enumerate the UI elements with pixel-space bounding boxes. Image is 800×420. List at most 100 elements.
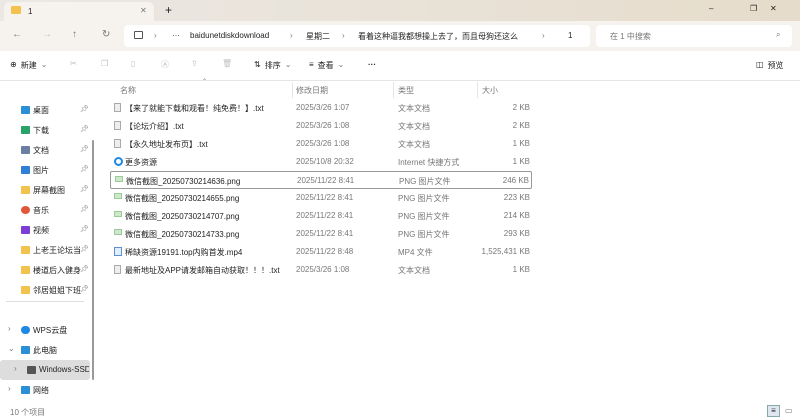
sort-button[interactable]: ⇅ 排序 ⌄ (254, 60, 291, 71)
pin-icon[interactable]: 📌︎ (80, 185, 89, 193)
chevron-icon[interactable]: › (14, 364, 17, 373)
file-date: 2025/3/26 1:07 (296, 103, 350, 112)
breadcrumb-0[interactable]: baidunetdiskdownload (190, 31, 269, 40)
sidebar-item[interactable]: 屏幕截图 📌︎ (0, 180, 90, 200)
new-button[interactable]: ⊕ 新建 ⌄ (10, 60, 47, 71)
sidebar-tree-item[interactable]: › 网络 (0, 380, 90, 400)
folder-icon (21, 266, 30, 274)
file-row[interactable]: 微信截图_20250730214733.png 2025/11/22 8:41 … (110, 225, 532, 243)
file-type: 文本文档 (398, 140, 430, 149)
sidebar-item[interactable]: 邻居姐姐下班 📌︎ (0, 280, 90, 300)
forward-icon[interactable]: → (42, 29, 52, 40)
file-name: 更多资源 (125, 158, 157, 167)
sidebar-item[interactable]: 文档 📌︎ (0, 140, 90, 160)
file-date: 2025/10/8 20:32 (296, 157, 354, 166)
column-date[interactable]: 修改日期 (296, 85, 328, 96)
sidebar-item[interactable]: 音乐 📌︎ (0, 200, 90, 220)
file-row[interactable]: 微信截图_20250730214707.png 2025/11/22 8:41 … (110, 207, 532, 225)
breadcrumb-1[interactable]: 星期二 (306, 31, 330, 42)
cut-icon[interactable]: ✂ (70, 59, 77, 68)
copy-icon[interactable]: ❐ (101, 59, 108, 68)
file-name: 微信截图_20250730214707.png (125, 212, 240, 221)
pin-icon[interactable]: 📌︎ (80, 125, 89, 133)
file-size: 246 KB (502, 176, 529, 185)
file-type: MP4 文件 (398, 248, 433, 257)
sidebar-item[interactable]: 下载 📌︎ (0, 120, 90, 140)
share-icon[interactable]: ⇪ (191, 59, 198, 68)
sidebar-item[interactable]: 楼道后入健身 📌︎ (0, 260, 90, 280)
sidebar-scrollbar[interactable] (92, 140, 94, 380)
image-file-icon (114, 211, 122, 217)
file-row[interactable]: 微信截图_20250730214636.png 2025/11/22 8:41 … (110, 171, 532, 189)
search-input[interactable]: 在 1 中搜索 (610, 31, 651, 42)
pin-icon[interactable]: 📌︎ (80, 165, 89, 173)
file-name: 微信截图_20250730214655.png (125, 194, 240, 203)
chevron-icon[interactable]: › (8, 384, 11, 393)
file-size: 2 KB (512, 103, 530, 112)
search-box[interactable]: 在 1 中搜索 ⌕ (596, 25, 792, 47)
restore-button[interactable]: ❐ (750, 4, 757, 13)
paste-icon[interactable]: ▯ (131, 59, 135, 68)
delete-icon[interactable]: 🗑 (222, 59, 232, 68)
pin-icon[interactable]: 📌︎ (80, 145, 89, 153)
pin-icon[interactable]: 📌︎ (80, 245, 89, 253)
details-view-button[interactable]: ≡ (767, 405, 780, 417)
new-tab-button[interactable]: + (165, 3, 172, 17)
sidebar-tree-item[interactable]: › WPS云盘 (0, 320, 90, 340)
column-name[interactable]: 名称 (120, 85, 136, 96)
desktop-icon (21, 106, 30, 114)
tab-active[interactable]: 1 ✕ (4, 2, 154, 21)
sidebar-tree-item[interactable]: ⌄ 此电脑 (0, 340, 90, 360)
file-row[interactable]: 【来了就能下载和观看！纯免费！】.txt 2025/3/26 1:07 文本文档… (110, 99, 532, 117)
view-button[interactable]: ≡ 查看 ⌄ (309, 60, 344, 71)
file-type: 文本文档 (398, 122, 430, 131)
pin-icon[interactable]: 📌︎ (80, 265, 89, 273)
up-icon[interactable]: ↑ (72, 29, 77, 40)
sidebar-item[interactable]: 图片 📌︎ (0, 160, 90, 180)
file-row[interactable]: 微信截图_20250730214655.png 2025/11/22 8:41 … (110, 189, 532, 207)
file-type: PNG 图片文件 (399, 177, 451, 186)
file-row[interactable]: 稀缺资源19191.top内购首发.mp4 2025/11/22 8:48 MP… (110, 243, 532, 261)
pin-icon[interactable]: 📌︎ (80, 285, 89, 293)
pin-icon[interactable]: 📌︎ (80, 225, 89, 233)
chevron-icon[interactable]: ⌄ (8, 344, 15, 353)
breadcrumb-ellipsis[interactable]: ··· (172, 31, 180, 40)
breadcrumb-2[interactable]: 看着这种逼我都想操上去了，而且母狗还这么骚 (358, 31, 518, 42)
tab-bar: 1 ✕ + – ❐ ✕ (0, 0, 800, 21)
sidebar-label: Windows-SSD (39, 365, 89, 374)
column-type[interactable]: 类型 (398, 85, 414, 96)
file-row[interactable]: 最新地址及APP请发邮箱自动获取！！！.txt 2025/3/26 1:08 文… (110, 261, 532, 279)
back-icon[interactable]: ← (12, 29, 22, 40)
column-size[interactable]: 大小 (482, 85, 498, 96)
close-button[interactable]: ✕ (770, 4, 777, 13)
pin-icon[interactable]: 📌︎ (80, 205, 89, 213)
refresh-icon[interactable]: ↻ (102, 29, 110, 40)
tiles-view-button[interactable]: ▭ (785, 406, 793, 415)
file-date: 2025/3/26 1:08 (296, 265, 350, 274)
file-row[interactable]: 【论坛介绍】.txt 2025/3/26 1:08 文本文档 2 KB (110, 117, 532, 135)
sidebar-label: 文档 (33, 146, 49, 155)
minimize-button[interactable]: – (709, 4, 713, 13)
sidebar-item[interactable]: 桌面 📌︎ (0, 100, 90, 120)
rename-icon[interactable]: Ⓐ (161, 59, 169, 70)
file-name: 稀缺资源19191.top内购首发.mp4 (125, 248, 243, 257)
file-row[interactable]: 更多资源 2025/10/8 20:32 Internet 快捷方式 1 KB (110, 153, 532, 171)
sidebar-tree-item[interactable]: › Windows-SSD (0, 360, 90, 380)
sidebar-item[interactable]: 上老王论坛当 📌︎ (0, 240, 90, 260)
search-icon: ⌕ (776, 30, 781, 39)
pin-icon[interactable]: 📌︎ (80, 105, 89, 113)
sidebar: 桌面 📌︎ 下载 📌︎ 文档 📌︎ 图片 📌︎ 屏幕截图 📌︎ 音乐 📌︎ 视频… (0, 82, 92, 404)
more-button[interactable]: ··· (368, 60, 376, 69)
file-size: 214 KB (503, 211, 530, 220)
text-file-icon (114, 139, 121, 148)
tab-close-icon[interactable]: ✕ (140, 6, 147, 15)
address-bar[interactable]: › ··· baidunetdiskdownload › 星期二 › 看着这种逼… (124, 25, 590, 47)
image-file-icon (114, 229, 122, 235)
sidebar-item[interactable]: 视频 📌︎ (0, 220, 90, 240)
file-date: 2025/3/26 1:08 (296, 121, 350, 130)
address-row: ← → ↑ ↻ › ··· baidunetdiskdownload › 星期二… (0, 21, 800, 51)
chevron-icon[interactable]: › (8, 324, 11, 333)
preview-button[interactable]: ◫ 预览 (756, 60, 784, 71)
file-row[interactable]: 【永久地址发布页】.txt 2025/3/26 1:08 文本文档 1 KB (110, 135, 532, 153)
breadcrumb-3[interactable]: 1 (568, 31, 572, 40)
